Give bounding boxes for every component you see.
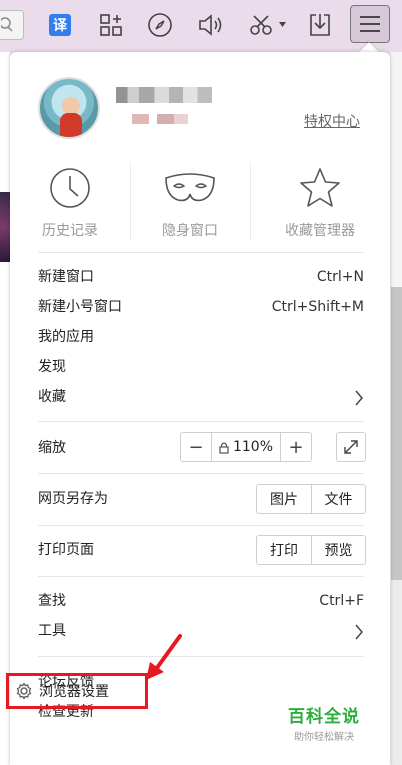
bookmark-manager-label: 收藏管理器 bbox=[285, 223, 355, 239]
menu-item-new-window[interactable]: 新建窗口 Ctrl+N bbox=[38, 263, 364, 291]
zoom-out-button[interactable]: − bbox=[181, 433, 211, 461]
shortcut-label: Ctrl+N bbox=[316, 269, 364, 285]
lock-icon bbox=[219, 441, 229, 454]
zoom-control: − 110% + bbox=[180, 432, 312, 462]
username-blurred bbox=[116, 87, 212, 103]
menu-item-browser-settings[interactable]: 浏览器设置 bbox=[6, 673, 148, 709]
main-menu-panel: 特权中心 历史记录 隐身窗口 收藏管理器 新建窗口 Ctrl+N 新建小号窗口 … bbox=[10, 52, 390, 765]
zoom-in-button[interactable]: + bbox=[281, 433, 311, 461]
zoom-value[interactable]: 110% bbox=[211, 433, 281, 461]
history-label: 历史记录 bbox=[42, 223, 98, 239]
volume-icon bbox=[199, 14, 222, 36]
incognito-button[interactable]: 隐身窗口 bbox=[130, 162, 250, 242]
translate-icon: 译 bbox=[49, 14, 71, 36]
menu-item-favorites[interactable]: 收藏 bbox=[38, 383, 364, 411]
download-button[interactable] bbox=[302, 8, 338, 42]
scrollbar-track[interactable] bbox=[391, 580, 402, 765]
chevron-right-icon bbox=[355, 390, 363, 406]
menu-item-find[interactable]: 查找 Ctrl+F bbox=[38, 587, 364, 615]
divider bbox=[38, 252, 364, 253]
print-options: 打印 预览 bbox=[256, 535, 366, 565]
browser-toolbar: 译 bbox=[0, 0, 402, 52]
watermark-subtitle: 助你轻松解决 bbox=[294, 732, 354, 743]
fullscreen-button[interactable] bbox=[336, 432, 366, 462]
save-as-image-button[interactable]: 图片 bbox=[257, 485, 311, 513]
menu-item-label: 网页另存为 bbox=[38, 491, 108, 507]
print-preview-button[interactable]: 预览 bbox=[311, 536, 365, 564]
menu-item-label: 打印页面 bbox=[38, 542, 94, 558]
annotation-arrow-icon bbox=[146, 634, 182, 680]
search-box[interactable] bbox=[0, 10, 24, 40]
shortcut-label: Ctrl+F bbox=[319, 593, 364, 609]
download-icon bbox=[310, 14, 330, 36]
apps-button[interactable] bbox=[93, 8, 129, 42]
chevron-right-icon bbox=[355, 624, 363, 640]
watermark-logo: 百科全说 助你轻松解决 bbox=[288, 702, 360, 743]
divider bbox=[38, 473, 364, 474]
privilege-center-link[interactable]: 特权中心 bbox=[304, 111, 360, 131]
star-icon bbox=[300, 168, 340, 207]
gear-icon bbox=[16, 682, 32, 700]
menu-icon bbox=[360, 16, 380, 32]
menu-item-label: 收藏 bbox=[38, 389, 66, 405]
menu-item-tools[interactable]: 工具 bbox=[38, 617, 364, 645]
clock-icon bbox=[50, 168, 90, 208]
search-icon bbox=[1, 17, 13, 32]
user-level-blurred bbox=[132, 114, 188, 124]
screenshot-button[interactable] bbox=[244, 8, 292, 42]
menu-item-label: 我的应用 bbox=[38, 329, 94, 345]
compass-icon bbox=[148, 13, 172, 37]
menu-item-label: 工具 bbox=[38, 623, 66, 639]
print-button[interactable]: 打印 bbox=[257, 536, 311, 564]
avatar[interactable] bbox=[38, 77, 100, 139]
divider bbox=[38, 656, 364, 657]
menu-item-label: 新建小号窗口 bbox=[38, 299, 122, 315]
divider bbox=[38, 576, 364, 577]
history-button[interactable]: 历史记录 bbox=[10, 162, 130, 242]
apps-icon bbox=[100, 14, 122, 36]
volume-button[interactable] bbox=[193, 8, 229, 42]
menu-item-label: 新建窗口 bbox=[38, 269, 94, 285]
divider bbox=[38, 525, 364, 526]
main-menu-button[interactable] bbox=[350, 5, 390, 43]
divider bbox=[38, 421, 364, 422]
menu-item-my-apps[interactable]: 我的应用 bbox=[38, 323, 364, 351]
scrollbar-thumb[interactable] bbox=[391, 287, 402, 580]
page-image-fragment bbox=[0, 192, 10, 262]
compass-button[interactable] bbox=[142, 8, 178, 42]
quick-actions: 历史记录 隐身窗口 收藏管理器 bbox=[10, 162, 390, 242]
page-background-left bbox=[0, 52, 10, 765]
save-as-file-button[interactable]: 文件 bbox=[311, 485, 365, 513]
menu-item-label: 发现 bbox=[38, 359, 66, 375]
zoom-percentage: 110% bbox=[232, 439, 274, 455]
shortcut-label: Ctrl+Shift+M bbox=[271, 299, 364, 315]
mask-icon bbox=[165, 173, 215, 202]
fullscreen-icon bbox=[344, 440, 358, 454]
save-as-options: 图片 文件 bbox=[256, 484, 366, 514]
menu-item-new-small-window[interactable]: 新建小号窗口 Ctrl+Shift+M bbox=[38, 293, 364, 321]
incognito-label: 隐身窗口 bbox=[162, 223, 218, 239]
bookmark-manager-button[interactable]: 收藏管理器 bbox=[250, 162, 390, 242]
watermark-title: 百科全说 bbox=[288, 707, 360, 727]
menu-item-label: 查找 bbox=[38, 593, 66, 609]
scissors-icon bbox=[250, 15, 286, 35]
translate-button[interactable]: 译 bbox=[42, 8, 78, 42]
avatar-body bbox=[60, 113, 82, 137]
menu-item-label: 浏览器设置 bbox=[39, 684, 109, 700]
menu-item-discover[interactable]: 发现 bbox=[38, 353, 364, 381]
menu-item-label: 缩放 bbox=[38, 440, 66, 456]
